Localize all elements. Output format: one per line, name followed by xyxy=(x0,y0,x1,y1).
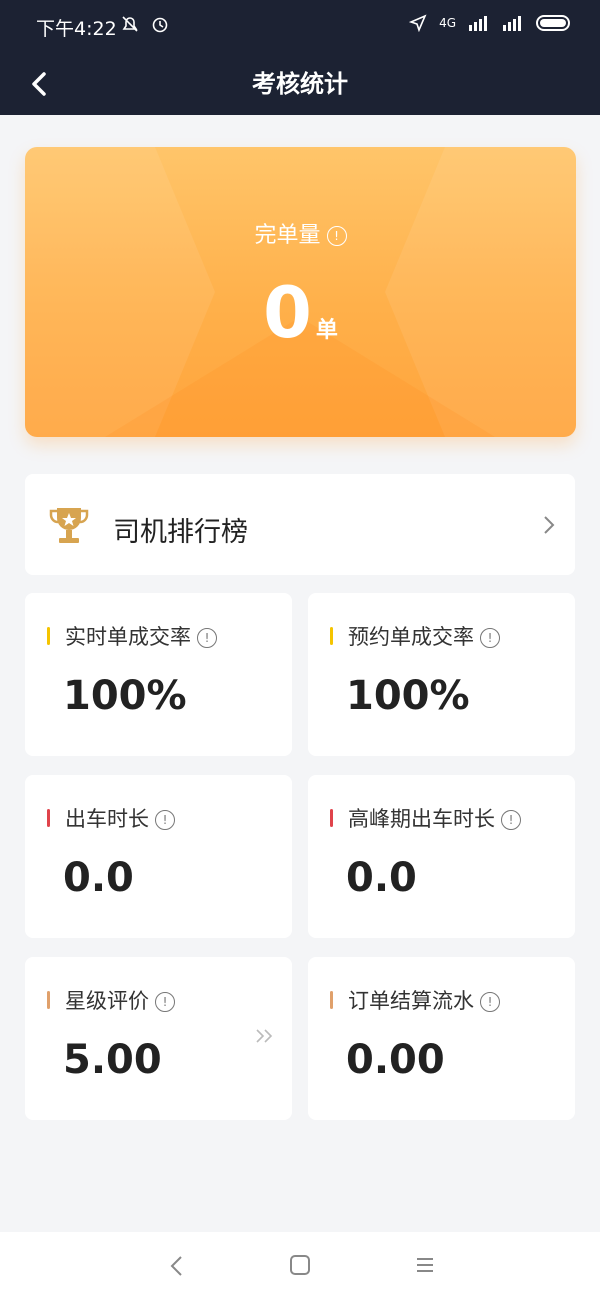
driver-ranking-label: 司机排行榜 xyxy=(113,517,248,548)
mute-icon xyxy=(122,16,138,32)
page-title: 考核统计 xyxy=(252,70,348,98)
stat-accent-bar xyxy=(330,809,333,827)
status-icons-left xyxy=(120,14,170,34)
stat-value: 100% xyxy=(346,673,470,719)
completed-orders-title: 完单量 xyxy=(254,223,321,248)
stat-accent-bar xyxy=(330,991,333,1009)
stat-title: 出车时长! xyxy=(65,803,175,833)
signal-icon-2 xyxy=(503,16,521,31)
info-icon[interactable]: ! xyxy=(155,810,175,830)
trophy-icon xyxy=(49,508,89,543)
stat-title-text: 预约单成交率 xyxy=(348,625,474,649)
stat-value: 0.0 xyxy=(63,855,134,901)
stat-value: 100% xyxy=(63,673,187,719)
stat-title: 高峰期出车时长! xyxy=(348,803,521,833)
double-chevron-icon xyxy=(256,1029,273,1043)
completed-orders-label: 完单量! xyxy=(25,217,576,249)
stat-title: 星级评价! xyxy=(65,985,175,1015)
system-home-icon[interactable] xyxy=(289,1254,311,1276)
battery-icon xyxy=(536,15,570,31)
stat-accent-bar xyxy=(47,991,50,1009)
info-icon[interactable]: ! xyxy=(480,628,500,648)
stat-card-driving-duration[interactable]: 出车时长! 0.0 xyxy=(25,775,292,938)
system-menu-icon[interactable] xyxy=(415,1256,435,1274)
completed-orders-value: 0单 xyxy=(25,272,576,354)
stat-title: 订单结算流水! xyxy=(348,985,500,1015)
stat-title-text: 出车时长 xyxy=(65,807,149,831)
stat-title-text: 高峰期出车时长 xyxy=(348,807,495,831)
stat-card-star-rating[interactable]: 星级评价! 5.00 xyxy=(25,957,292,1120)
system-nav-bar xyxy=(0,1232,600,1301)
nav-bar: 考核统计 xyxy=(0,52,600,115)
stat-accent-bar xyxy=(330,627,333,645)
chevron-right-icon xyxy=(544,516,555,534)
system-back-icon[interactable] xyxy=(168,1254,186,1278)
stat-card-settlement[interactable]: 订单结算流水! 0.00 xyxy=(308,957,575,1120)
status-icons-right: 4G xyxy=(409,14,570,32)
info-icon[interactable]: ! xyxy=(155,992,175,1012)
stat-value: 5.00 xyxy=(63,1037,162,1083)
network-type: 4G xyxy=(439,16,456,30)
signal-icon xyxy=(469,16,487,31)
stat-accent-bar xyxy=(47,627,50,645)
status-bar: 下午4:22 4G xyxy=(0,0,600,52)
info-icon[interactable]: ! xyxy=(326,226,347,246)
info-icon[interactable]: ! xyxy=(501,810,521,830)
info-icon[interactable]: ! xyxy=(197,628,217,648)
stat-card-peak-duration[interactable]: 高峰期出车时长! 0.0 xyxy=(308,775,575,938)
stat-card-reservation-rate[interactable]: 预约单成交率! 100% xyxy=(308,593,575,756)
stat-title: 预约单成交率! xyxy=(348,621,500,651)
stat-card-realtime-rate[interactable]: 实时单成交率! 100% xyxy=(25,593,292,756)
stat-value: 0.00 xyxy=(346,1037,445,1083)
driver-ranking-entry[interactable]: 司机排行榜 xyxy=(25,474,575,575)
completed-orders-number: 0 xyxy=(263,272,312,354)
stat-title-text: 星级评价 xyxy=(65,989,149,1013)
stat-value: 0.0 xyxy=(346,855,417,901)
stat-title: 实时单成交率! xyxy=(65,621,217,651)
completed-orders-unit: 单 xyxy=(315,318,338,343)
stat-title-text: 订单结算流水 xyxy=(348,989,474,1013)
info-icon[interactable]: ! xyxy=(480,992,500,1012)
stat-title-text: 实时单成交率 xyxy=(65,625,191,649)
completed-orders-card: 完单量! 0单 xyxy=(25,147,576,437)
status-time: 下午4:22 xyxy=(36,18,117,40)
alarm-icon xyxy=(152,17,168,33)
location-icon xyxy=(409,14,427,32)
stat-accent-bar xyxy=(47,809,50,827)
